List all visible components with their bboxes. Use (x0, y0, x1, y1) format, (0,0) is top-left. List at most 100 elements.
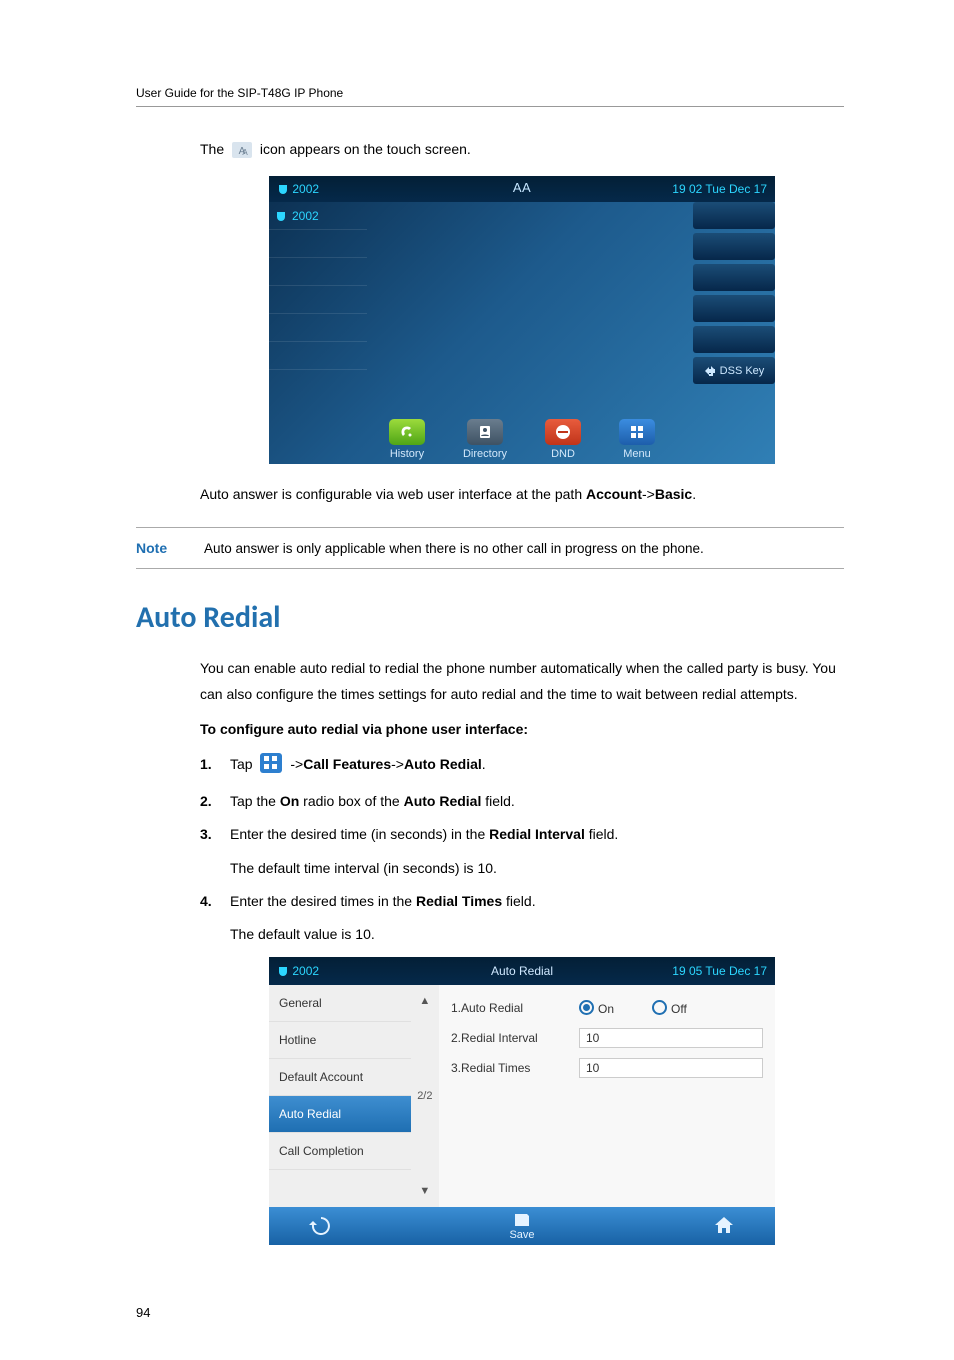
dss-slot-2[interactable] (693, 233, 775, 260)
step-1: 1. Tap ->Call Features->Auto Redial. (200, 752, 844, 781)
save-button[interactable]: Save (509, 1212, 534, 1241)
softkey-history[interactable]: History (389, 419, 425, 460)
softkey-history-label: History (390, 448, 424, 460)
redial-times-input[interactable]: 10 (579, 1058, 763, 1078)
step-3-num: 3. (200, 822, 216, 847)
step-4-pre: Enter the desired times in the (230, 893, 416, 909)
menu-item-call-completion[interactable]: Call Completion (269, 1133, 411, 1170)
step-4-num: 4. (200, 889, 216, 914)
screen-title-auto-redial: Auto Redial (269, 964, 775, 978)
note-label: Note (136, 540, 184, 556)
radio-off[interactable]: Off (652, 1000, 687, 1016)
step-1-end: . (482, 756, 486, 772)
step-1-p1: Call Features (303, 756, 391, 772)
scroll-page-indicator: 2/2 (417, 1090, 432, 1102)
history-icon (389, 419, 425, 445)
web-path-p2: Basic (655, 486, 692, 502)
radio-on-label: On (598, 1002, 614, 1016)
home-icon (713, 1215, 735, 1235)
radio-off-label: Off (671, 1002, 687, 1016)
softkey-dnd-label: DND (551, 448, 575, 460)
save-label: Save (509, 1229, 534, 1241)
softkey-dnd[interactable]: DND (545, 419, 581, 460)
dss-key-button[interactable]: DSS Key (693, 357, 775, 384)
line-key-3[interactable] (269, 258, 367, 286)
note-text: Auto answer is only applicable when ther… (204, 541, 704, 556)
step-2-num: 2. (200, 789, 216, 814)
step-2-b1: On (280, 793, 299, 809)
scroll-down-icon[interactable]: ▼ (419, 1185, 430, 1197)
settings-menu: General Hotline Default Account Auto Red… (269, 985, 411, 1207)
back-button[interactable] (309, 1215, 331, 1238)
softkey-menu-label: Menu (623, 448, 651, 460)
dnd-icon (545, 419, 581, 445)
line-key-4[interactable] (269, 286, 367, 314)
step-2: 2. Tap the On radio box of the Auto Redi… (200, 789, 844, 814)
web-path-p1: Account (586, 486, 642, 502)
step-4-subnote: The default value is 10. (230, 922, 844, 947)
intro-line: The AA icon appears on the touch screen. (200, 137, 844, 166)
dss-key-label: DSS Key (720, 365, 765, 377)
step-4-post: field. (502, 893, 535, 909)
screenshot-auto-redial-settings: 2002 Auto Redial 19 05 Tue Dec 17 Genera… (269, 957, 775, 1245)
svg-text:A: A (242, 148, 248, 157)
step-4-b1: Redial Times (416, 893, 502, 909)
line-key-1-label: 2002 (292, 209, 319, 223)
page-header: User Guide for the SIP-T48G IP Phone (136, 86, 844, 107)
dss-slot-5[interactable] (693, 326, 775, 353)
config-heading: To configure auto redial via phone user … (200, 717, 844, 742)
save-icon (513, 1212, 531, 1228)
step-1-p2: Auto Redial (404, 756, 482, 772)
menu-item-hotline[interactable]: Hotline (269, 1022, 411, 1059)
step-2-b2: Auto Redial (404, 793, 482, 809)
step-3: 3. Enter the desired time (in seconds) i… (200, 822, 844, 847)
dss-slot-4[interactable] (693, 295, 775, 322)
step-4: 4. Enter the desired times in the Redial… (200, 889, 844, 914)
menu-item-auto-redial[interactable]: Auto Redial (269, 1096, 411, 1133)
intro-pre: The (200, 141, 228, 157)
field-redial-interval-label: 2.Redial Interval (451, 1031, 561, 1045)
step-2-mid: radio box of the (299, 793, 403, 809)
redial-interval-input[interactable]: 10 (579, 1028, 763, 1048)
field-redial-times-label: 3.Redial Times (451, 1061, 561, 1075)
step-1-sep: -> (391, 756, 404, 772)
aa-icon-inline: AA (232, 141, 252, 166)
page-number: 94 (136, 1305, 844, 1320)
line-key-5[interactable] (269, 314, 367, 342)
line-key-6[interactable] (269, 342, 367, 370)
softkey-menu[interactable]: Menu (619, 419, 655, 460)
step-3-pre: Enter the desired time (in seconds) in t… (230, 826, 489, 842)
menu-item-general[interactable]: General (269, 985, 411, 1022)
menu-grid-icon (260, 753, 282, 781)
step-1-post: -> (290, 756, 303, 772)
web-path-line: Auto answer is configurable via web user… (200, 482, 844, 507)
line-key-1[interactable]: 2002 (269, 202, 367, 230)
line-key-2[interactable] (269, 230, 367, 258)
step-3-b1: Redial Interval (489, 826, 585, 842)
scroll-up-icon[interactable]: ▲ (419, 995, 430, 1007)
step-1-pre: Tap (230, 756, 256, 772)
web-path-pre: Auto answer is configurable via web user… (200, 486, 586, 502)
aa-status-icon: AA (269, 180, 775, 195)
dss-slot-3[interactable] (693, 264, 775, 291)
step-3-subnote: The default time interval (in seconds) i… (230, 856, 844, 881)
section-body: You can enable auto redial to redial the… (200, 656, 844, 706)
softkey-directory[interactable]: Directory (463, 419, 507, 460)
home-button[interactable] (713, 1215, 735, 1238)
radio-on[interactable]: On (579, 1000, 614, 1016)
section-heading-auto-redial: Auto Redial (136, 599, 844, 636)
screenshot-home-screen: 2002 19 02 Tue Dec 17 AA 2002 (269, 176, 775, 464)
step-2-pre: Tap the (230, 793, 280, 809)
menu-icon (619, 419, 655, 445)
menu-item-default-account[interactable]: Default Account (269, 1059, 411, 1096)
intro-post: icon appears on the touch screen. (260, 141, 471, 157)
note-box: Note Auto answer is only applicable when… (136, 527, 844, 569)
web-path-sep: -> (642, 486, 655, 502)
field-auto-redial-label: 1.Auto Redial (451, 1001, 561, 1015)
softkey-directory-label: Directory (463, 448, 507, 460)
step-2-post: field. (481, 793, 514, 809)
step-3-post: field. (585, 826, 618, 842)
web-path-end: . (692, 486, 696, 502)
dss-slot-1[interactable] (693, 202, 775, 229)
back-icon (309, 1215, 331, 1235)
